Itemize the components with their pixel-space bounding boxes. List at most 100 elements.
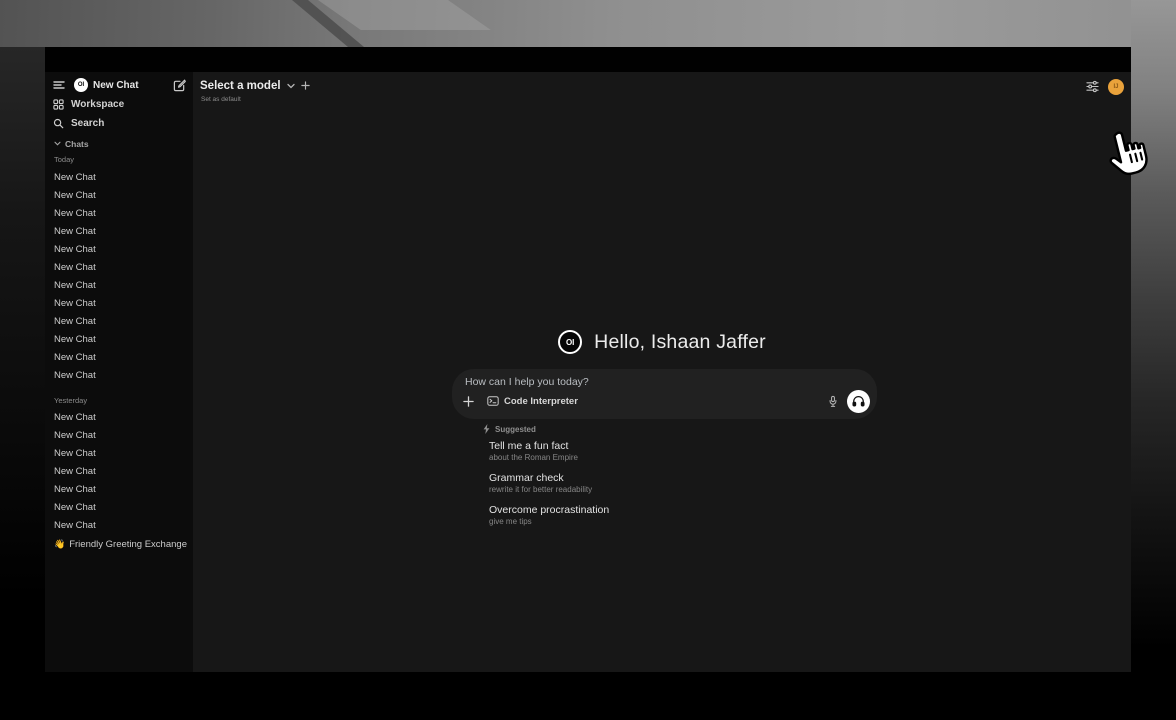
chat-list-item-friendly-greeting[interactable]: 👋 Friendly Greeting Exchange <box>45 535 193 553</box>
code-interpreter-icon <box>487 396 499 406</box>
chat-title: Friendly Greeting Exchange <box>69 539 187 550</box>
background-right <box>1131 0 1176 720</box>
sidebar-item-search[interactable]: Search <box>53 116 185 130</box>
chevron-down-icon <box>54 141 61 146</box>
chat-title: New Chat <box>54 298 96 309</box>
suggested-prompt-subtitle: rewrite it for better readability <box>489 485 789 495</box>
chat-title: New Chat <box>54 190 96 201</box>
chat-title: New Chat <box>54 280 96 291</box>
suggested-prompt-subtitle: give me tips <box>489 517 789 527</box>
greeting-text: Hello, Ishaan Jaffer <box>594 331 766 354</box>
chat-list-item[interactable]: New Chat <box>45 222 193 240</box>
chat-group-label-yesterday: Yesterday <box>54 396 87 405</box>
code-interpreter-toggle[interactable]: Code Interpreter <box>487 396 578 407</box>
user-avatar[interactable]: IJ <box>1108 79 1124 95</box>
chat-title: New Chat <box>54 172 96 183</box>
wave-emoji: 👋 <box>54 539 65 550</box>
chats-section-toggle[interactable]: Chats <box>54 138 89 149</box>
chat-list-item[interactable]: New Chat <box>45 186 193 204</box>
sidebar-toggle-icon[interactable] <box>53 80 65 90</box>
app-window: OI New Chat <box>45 47 1131 672</box>
background-top <box>0 0 1176 47</box>
chat-title: New Chat <box>54 262 96 273</box>
sidebar-brand-title: New Chat <box>93 80 139 91</box>
suggested-prompt-title: Tell me a fun fact <box>489 440 789 453</box>
add-model-icon[interactable] <box>301 81 310 90</box>
search-icon <box>53 118 64 129</box>
sidebar: OI New Chat <box>45 72 193 672</box>
chat-title: New Chat <box>54 430 96 441</box>
workspace-label: Workspace <box>71 99 124 110</box>
suggested-header: Suggested <box>483 424 536 434</box>
settings-sliders-icon[interactable] <box>1086 80 1099 93</box>
chat-list-item[interactable]: New Chat <box>45 204 193 222</box>
bolt-icon <box>483 424 490 434</box>
model-selector-label: Select a model <box>200 80 281 92</box>
window-top-bar <box>45 47 1131 72</box>
voice-call-button[interactable] <box>847 390 870 413</box>
chat-main: Select a model Set as default <box>193 72 1131 672</box>
chat-list-item[interactable]: New Chat <box>45 312 193 330</box>
chat-list-today: New Chat New Chat New Chat New Chat <box>45 168 193 384</box>
suggested-label: Suggested <box>495 425 536 434</box>
chat-list-item[interactable]: New Chat <box>45 276 193 294</box>
chat-list-item[interactable]: New Chat <box>45 240 193 258</box>
chat-title: New Chat <box>54 466 96 477</box>
chat-title: New Chat <box>54 502 96 513</box>
chats-section-label: Chats <box>65 139 89 149</box>
chat-list-item[interactable]: New Chat <box>45 480 193 498</box>
workspace-grid-icon <box>53 99 64 110</box>
model-selector[interactable]: Select a model <box>200 78 310 93</box>
chat-title: New Chat <box>54 208 96 219</box>
background-facet-light <box>318 0 491 30</box>
chat-list-item[interactable]: New Chat <box>45 348 193 366</box>
chat-list-yesterday: New Chat New Chat New Chat New Chat <box>45 408 193 534</box>
suggested-prompts: Tell me a fun fact about the Roman Empir… <box>489 440 789 536</box>
suggested-prompt[interactable]: Overcome procrastination give me tips <box>489 504 789 527</box>
message-input[interactable] <box>465 376 765 388</box>
chat-group-label-today: Today <box>54 155 74 164</box>
suggested-prompt[interactable]: Tell me a fun fact about the Roman Empir… <box>489 440 789 463</box>
chat-title: New Chat <box>54 520 96 531</box>
chat-list-item[interactable]: New Chat <box>45 462 193 480</box>
message-composer[interactable]: Code Interpreter <box>452 369 877 419</box>
app-logo: OI <box>558 330 582 354</box>
chat-list-item[interactable]: New Chat <box>45 330 193 348</box>
code-interpreter-label: Code Interpreter <box>504 396 578 407</box>
set-as-default-link[interactable]: Set as default <box>201 96 241 103</box>
chat-title: New Chat <box>54 352 96 363</box>
chat-title: New Chat <box>54 412 96 423</box>
background-left <box>0 47 45 720</box>
header-actions: IJ <box>1086 78 1124 95</box>
chat-title: New Chat <box>54 370 96 381</box>
microphone-icon[interactable] <box>828 395 838 408</box>
app-content: OI New Chat <box>45 72 1131 672</box>
chat-list-item[interactable]: New Chat <box>45 444 193 462</box>
headphones-icon <box>852 395 865 407</box>
chat-list-item[interactable]: New Chat <box>45 516 193 534</box>
greeting: OI Hello, Ishaan Jaffer <box>193 330 1131 354</box>
chat-list-item[interactable]: New Chat <box>45 366 193 384</box>
chat-title: New Chat <box>54 316 96 327</box>
suggested-prompt-title: Grammar check <box>489 472 789 485</box>
chat-title: New Chat <box>54 334 96 345</box>
chat-list-item[interactable]: New Chat <box>45 408 193 426</box>
new-chat-icon[interactable] <box>173 79 186 92</box>
app-logo: OI <box>74 78 88 92</box>
search-label: Search <box>71 118 104 129</box>
sidebar-item-workspace[interactable]: Workspace <box>53 97 185 111</box>
chat-title: New Chat <box>54 226 96 237</box>
chat-list-item[interactable]: New Chat <box>45 498 193 516</box>
attach-plus-icon[interactable] <box>463 396 474 407</box>
chat-title: New Chat <box>54 484 96 495</box>
chat-list-item[interactable]: New Chat <box>45 426 193 444</box>
chat-list-item[interactable]: New Chat <box>45 294 193 312</box>
chat-list-item[interactable]: New Chat <box>45 168 193 186</box>
suggested-prompt[interactable]: Grammar check rewrite it for better read… <box>489 472 789 495</box>
screen: OI New Chat <box>0 0 1176 720</box>
chat-list-item[interactable]: New Chat <box>45 258 193 276</box>
sidebar-header: OI New Chat <box>53 77 186 93</box>
suggested-prompt-subtitle: about the Roman Empire <box>489 453 789 463</box>
suggested-prompt-title: Overcome procrastination <box>489 504 789 517</box>
composer-toolbar: Code Interpreter <box>463 389 870 413</box>
